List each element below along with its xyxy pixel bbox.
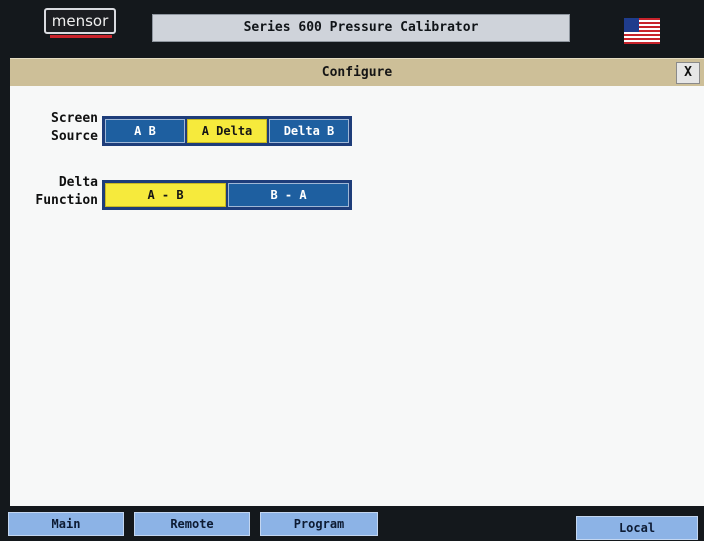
logo-underline	[50, 35, 112, 38]
screen-source-selector: A B A Delta Delta B	[102, 116, 352, 146]
screen-source-label-line2: Source	[51, 129, 98, 144]
top-bar: mensor Series 600 Pressure Calibrator	[0, 0, 704, 52]
app-title: Series 600 Pressure Calibrator	[152, 14, 570, 42]
screen-source-option-a-delta[interactable]: A Delta	[187, 119, 267, 143]
us-flag-icon[interactable]	[624, 18, 660, 44]
delta-function-label-line1: Delta	[58, 175, 98, 190]
delta-function-label: Delta Function	[22, 174, 98, 210]
screen-source-label: Screen Source	[30, 110, 98, 146]
delta-function-selector: A - B B - A	[102, 180, 352, 210]
delta-function-option-b-minus-a[interactable]: B - A	[228, 183, 349, 207]
screen-source-label-line1: Screen	[51, 111, 98, 126]
delta-function-label-line2: Function	[35, 193, 98, 208]
bottom-bar: Main Remote Program Local	[0, 506, 704, 541]
tab-program[interactable]: Program	[260, 512, 378, 536]
configure-panel: Screen Source A B A Delta Delta B Delta …	[10, 86, 704, 506]
tab-main[interactable]: Main	[8, 512, 124, 536]
configure-header: Configure X	[10, 58, 704, 87]
tab-remote[interactable]: Remote	[134, 512, 250, 536]
delta-function-option-a-minus-b[interactable]: A - B	[105, 183, 226, 207]
close-button[interactable]: X	[676, 62, 700, 84]
local-button[interactable]: Local	[576, 516, 698, 540]
configure-title: Configure	[321, 65, 393, 80]
device-screen: mensor Series 600 Pressure Calibrator Co…	[0, 0, 704, 541]
mensor-logo: mensor	[44, 8, 116, 34]
screen-source-option-a-b[interactable]: A B	[105, 119, 185, 143]
screen-source-option-delta-b[interactable]: Delta B	[269, 119, 349, 143]
